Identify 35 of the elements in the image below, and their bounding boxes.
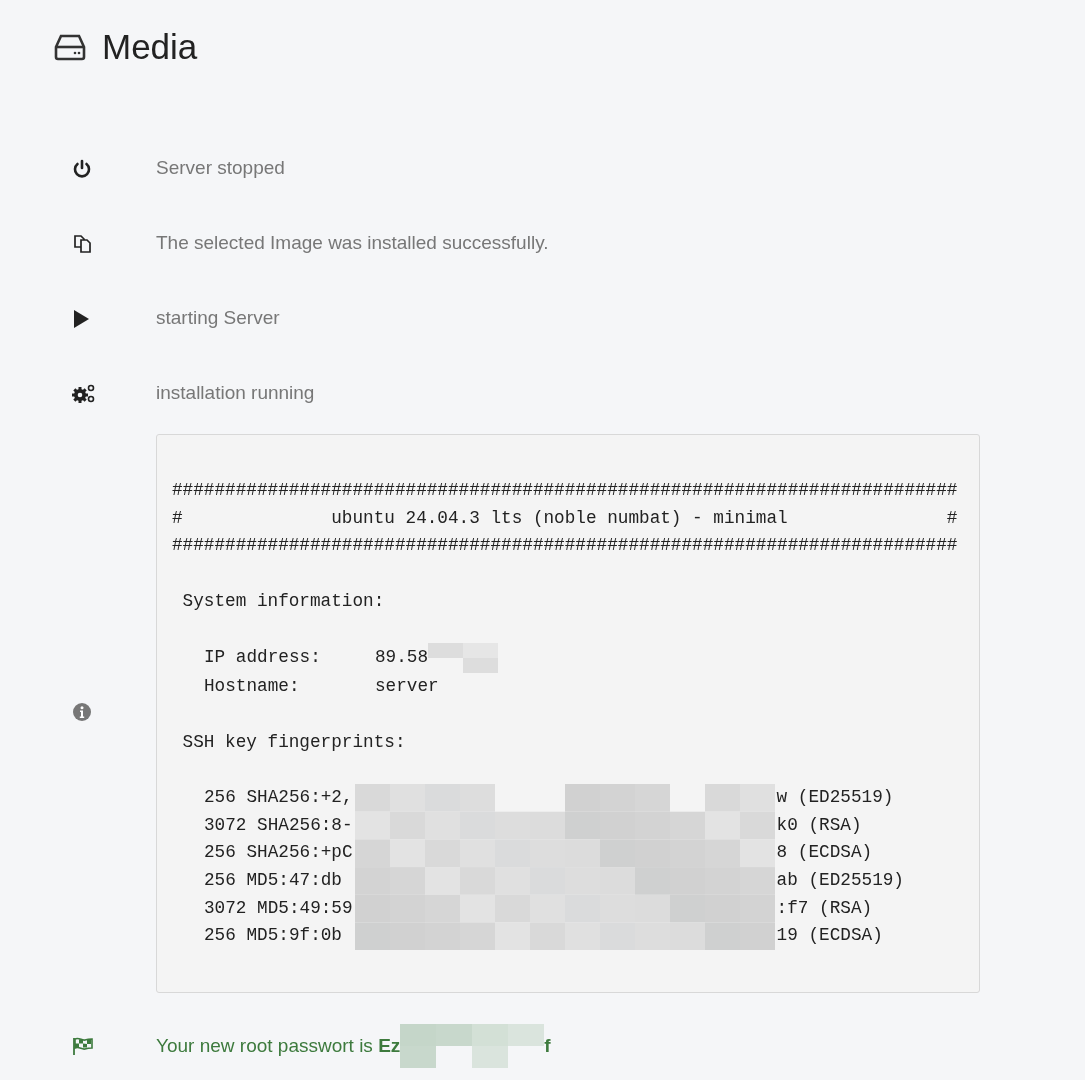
log-message: installation running [156,381,315,406]
fingerprint-end: ab (ED25519) [776,869,904,893]
copy-icon [72,233,94,254]
log-message: starting Server [156,306,280,331]
fingerprint-end: 8 (ECDSA) [776,841,873,865]
page-title: Media [102,26,198,68]
log-message: The selected Image was installed successfully. [156,231,549,256]
play-icon [72,308,90,329]
section-heading: SSH key fingerprints: [181,730,406,754]
fingerprint-start: 256 SHA256:+2, [204,785,353,809]
fingerprint-end: w (ED25519) [776,785,894,809]
info-value: server [375,675,439,699]
info-icon [72,702,92,723]
info-value: 89.58 [375,646,429,670]
fingerprint-start: 256 SHA256:+pC [204,841,353,865]
section-heading: System information: [181,589,385,613]
fingerprint-end: 19 (ECDSA) [776,924,883,948]
fingerprint-start: 256 MD5:47:db [204,869,342,893]
password-message: Your new root passwort is Ez [156,1033,401,1058]
banner-line: ########################################################################## [172,479,958,502]
hard-drive-icon [54,33,86,61]
log-message: Server stopped [156,156,285,181]
gears-icon [72,382,96,405]
info-label: Hostname: [204,675,301,699]
fingerprint-start: 256 MD5:9f:0b [204,924,342,948]
fingerprint-start: 3072 SHA256:8- [204,813,353,837]
password-end: f [544,1033,551,1058]
fingerprint-end: :f7 (RSA) [776,896,873,920]
fingerprint-start: 3072 MD5:49:59 [204,896,353,920]
banner-line: ########################################################################## [172,534,958,558]
checkered-flag-icon [72,1036,94,1057]
fingerprint-end: k0 (RSA) [776,813,862,837]
power-icon [72,158,92,179]
info-label: IP address: [204,646,322,670]
banner-line: # ubuntu 24.04.3 lts (noble numbat) - minimal # [172,506,958,530]
